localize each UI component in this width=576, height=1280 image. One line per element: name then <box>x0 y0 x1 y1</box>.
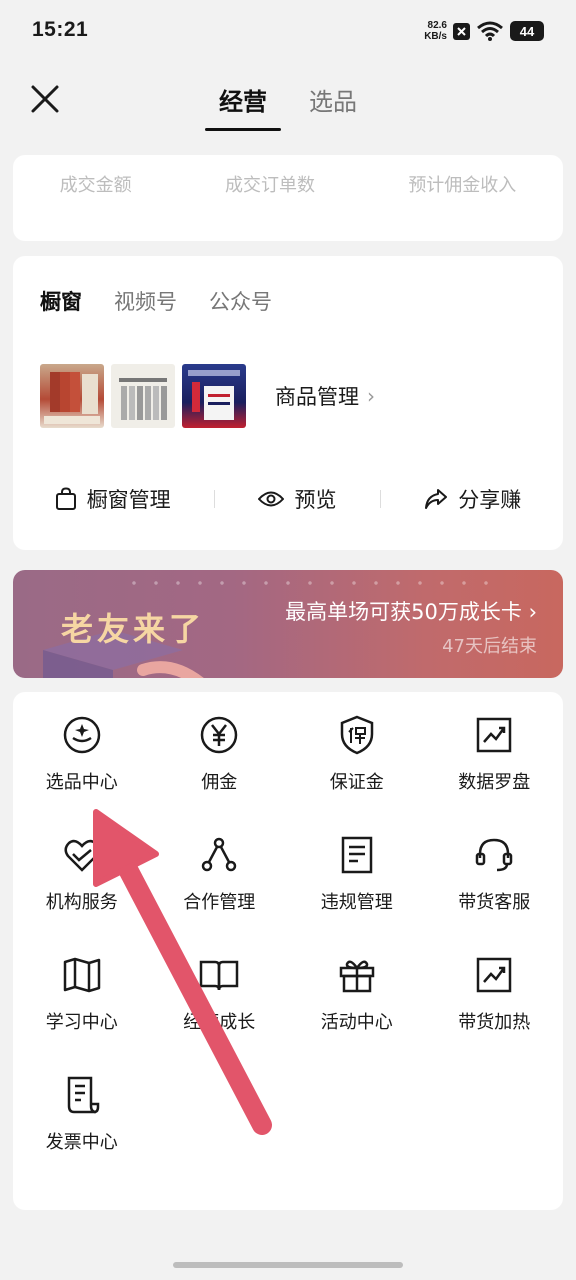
divider <box>214 490 216 508</box>
status-icons: 82.6 KB/s 44 <box>424 18 544 44</box>
grid-item-boost[interactable]: 带货加热 <box>426 954 564 1034</box>
divider <box>379 490 381 508</box>
stat-orders-label: 成交订单数 <box>224 175 315 196</box>
grid-item-cooperation[interactable]: 合作管理 <box>151 834 289 914</box>
chevron-right-icon: › <box>528 600 537 624</box>
showcase-manage-button[interactable]: 橱窗管理 <box>55 484 171 514</box>
main-tabs: 经营 选品 <box>0 82 576 131</box>
receipt-icon <box>67 1076 99 1114</box>
deposit-shield-icon <box>340 715 373 755</box>
stat-gmv-label: 成交金额 <box>59 175 132 196</box>
status-bar: 15:21 82.6 KB/s 44 <box>0 0 576 62</box>
chart-icon <box>477 717 512 753</box>
banner-countdown: 47天后结束 <box>442 636 537 657</box>
stat-commission-label: 预计佣金收入 <box>408 175 517 196</box>
showcase-actions: 橱窗管理 预览 分享赚 <box>13 484 563 514</box>
product-management-link[interactable]: 商品管理 › <box>275 381 375 411</box>
banner-decoration <box>123 578 503 588</box>
document-icon <box>341 836 372 874</box>
tab-video[interactable]: 视频号 <box>114 286 177 316</box>
grid-item-customer-service[interactable]: 带货客服 <box>426 834 564 914</box>
banner-main-text: 最高单场可获50万成长卡 › <box>285 600 537 624</box>
wifi-icon <box>477 21 503 41</box>
header: 经营 选品 <box>0 62 576 142</box>
grid-item-invoice[interactable]: 发票中心 <box>13 1074 151 1154</box>
stats-card: 成交金额 成交订单数 预计佣金收入 <box>13 155 563 241</box>
no-sim-icon <box>453 22 470 40</box>
grid-item-agency-service[interactable]: 机构服务 <box>13 834 151 914</box>
grid-item-commission[interactable]: 佣金 <box>151 714 289 794</box>
network-speed: 82.6 KB/s <box>424 20 447 42</box>
select-center-icon <box>63 716 100 754</box>
grid-item-violation[interactable]: 违规管理 <box>288 834 426 914</box>
grid-item-learning-center[interactable]: 学习中心 <box>13 954 151 1034</box>
product-management-label: 商品管理 <box>275 385 359 409</box>
yuan-icon <box>201 716 238 754</box>
tab-operations[interactable]: 经营 <box>205 82 281 131</box>
preview-button[interactable]: 预览 <box>258 484 336 514</box>
share-icon <box>425 489 448 509</box>
trend-icon <box>477 957 512 993</box>
channel-tabs: 橱窗 视频号 公众号 <box>40 286 272 316</box>
tab-official-account[interactable]: 公众号 <box>209 286 272 316</box>
product-thumbnail[interactable] <box>40 364 104 428</box>
headset-icon <box>476 838 513 872</box>
product-thumbnail[interactable] <box>111 364 175 428</box>
grid-item-data-compass[interactable]: 数据罗盘 <box>426 714 564 794</box>
status-time: 15:21 <box>32 18 89 41</box>
service-grid-card: 选品中心 佣金 保证金 数据罗盘 机构服务 合作管理 违规管理 带货客服 学习中… <box>13 692 563 1210</box>
tab-showcase[interactable]: 橱窗 <box>40 286 82 316</box>
product-thumbnail[interactable] <box>182 364 246 428</box>
grid-item-select-center[interactable]: 选品中心 <box>13 714 151 794</box>
showcase-card: 橱窗 视频号 公众号 商品管理 › 橱窗管理 预览 分享赚 <box>13 256 563 550</box>
eye-icon <box>258 491 285 507</box>
promo-banner[interactable]: 老友来了 最高单场可获50万成长卡 › 47天后结束 <box>13 570 563 678</box>
share-earn-button[interactable]: 分享赚 <box>424 484 521 514</box>
service-grid: 选品中心 佣金 保证金 数据罗盘 机构服务 合作管理 违规管理 带货客服 学习中… <box>13 714 563 1154</box>
grid-item-growth[interactable]: 经营成长 <box>151 954 289 1034</box>
grid-item-activity-center[interactable]: 活动中心 <box>288 954 426 1034</box>
map-book-icon <box>63 957 100 993</box>
heart-hand-icon <box>64 839 100 872</box>
product-thumbnails: 商品管理 › <box>40 364 375 428</box>
banner-title: 老友来了 <box>61 610 206 648</box>
shopping-bag-icon <box>55 487 76 510</box>
open-book-icon <box>200 960 239 991</box>
home-indicator[interactable] <box>173 1262 403 1268</box>
chevron-right-icon: › <box>367 384 375 408</box>
network-icon <box>202 837 237 872</box>
grid-item-deposit[interactable]: 保证金 <box>288 714 426 794</box>
tab-product-selection[interactable]: 选品 <box>309 82 357 127</box>
battery-icon: 44 <box>510 21 544 41</box>
gift-icon <box>339 960 374 993</box>
